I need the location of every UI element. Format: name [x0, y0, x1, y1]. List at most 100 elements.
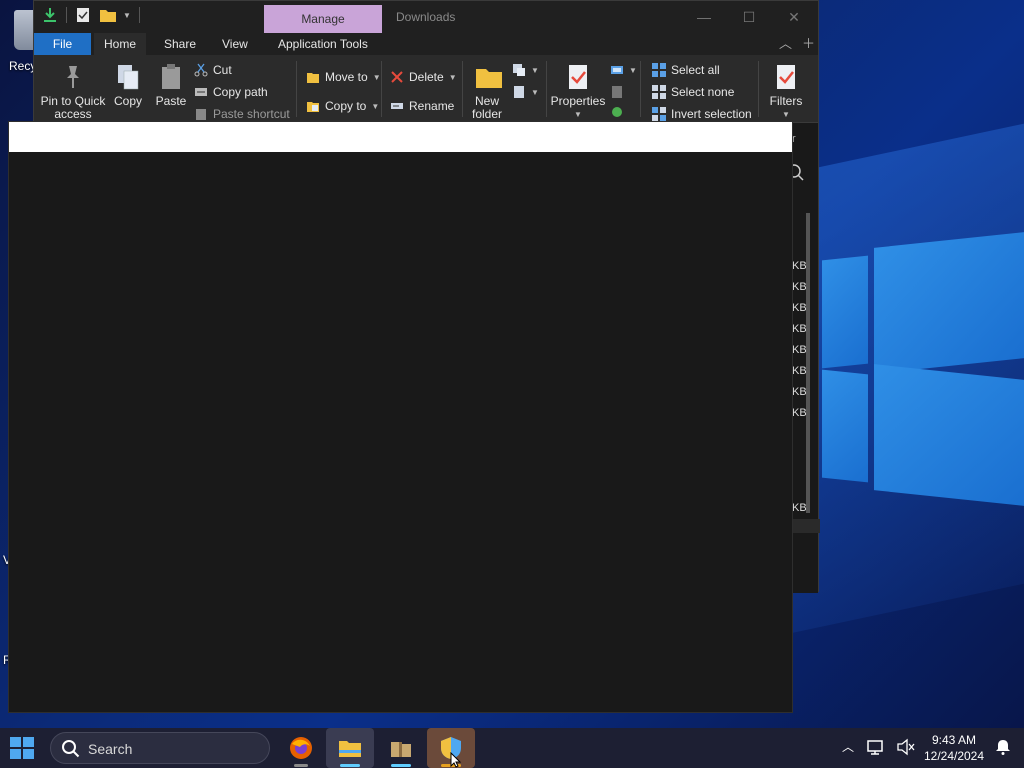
file-size-cell: KB [792, 407, 807, 419]
ribbon-group-divider [296, 61, 297, 117]
window-header-bar[interactable] [9, 122, 792, 152]
move-to-button[interactable]: Move to ▼ [306, 70, 381, 84]
delete-label: Delete [409, 70, 444, 84]
paste-button[interactable]: Paste [154, 63, 188, 108]
easy-access-button[interactable]: ▼ [512, 85, 539, 99]
edit-button[interactable] [610, 85, 624, 99]
ribbon-group-divider [640, 61, 641, 117]
clock-time: 9:43 AM [931, 733, 977, 747]
copy-to-button[interactable]: Copy to ▼ [306, 99, 379, 113]
tab-file[interactable]: File [34, 33, 91, 55]
ribbon-group-divider [546, 61, 547, 117]
toolbar-divider [138, 7, 140, 23]
network-icon[interactable] [866, 738, 886, 768]
taskbar-firefox[interactable] [277, 728, 325, 768]
window-title: Downloads [396, 10, 456, 24]
archive-folder-icon [389, 736, 413, 760]
chevron-down-icon: ▼ [531, 65, 539, 75]
running-indicator [294, 764, 308, 767]
pin-to-quick-access-button[interactable]: Pin to Quick access [40, 63, 106, 121]
edit-icon [610, 85, 624, 99]
history-button[interactable] [610, 105, 624, 119]
help-icon[interactable]: ＋ [802, 33, 815, 55]
properties-button[interactable]: Properties ▼ [550, 63, 606, 121]
properties-label: Properties [550, 94, 606, 108]
wallpaper-windows-pane [874, 364, 1024, 506]
maximize-icon[interactable]: ☐ [739, 7, 759, 27]
blank-app-window[interactable] [8, 121, 793, 713]
select-none-button[interactable]: Select none [652, 85, 734, 99]
tab-home[interactable]: Home [94, 33, 147, 55]
tab-view[interactable]: View [212, 33, 258, 55]
chevron-down-icon: ▼ [629, 65, 637, 75]
paste-label: Paste [155, 94, 187, 108]
file-explorer-icon [338, 736, 362, 760]
folder-icon [474, 63, 502, 91]
download-icon[interactable] [42, 7, 58, 23]
collapse-ribbon-chevron-icon[interactable]: ︿ [779, 33, 792, 55]
paste-shortcut-label: Paste shortcut [213, 107, 290, 121]
move-to-label: Move to [325, 70, 368, 84]
easy-access-icon [512, 85, 526, 99]
wallpaper-windows-pane [822, 255, 868, 369]
tab-application-tools[interactable]: Application Tools [268, 33, 378, 55]
wallpaper-windows-pane [874, 232, 1024, 374]
select-all-button[interactable]: Select all [652, 63, 720, 77]
delete-button[interactable]: Delete ▼ [390, 70, 457, 84]
file-size-cell: KB [792, 302, 807, 314]
clock-date: 12/24/2024 [923, 749, 985, 763]
new-folder-button[interactable]: New folder [466, 63, 508, 121]
new-folder-label: New folder [471, 94, 503, 121]
taskbar-archive[interactable] [377, 728, 425, 768]
copy-button[interactable]: Copy [112, 63, 144, 108]
invert-selection-icon [652, 107, 666, 121]
taskbar-file-explorer[interactable] [326, 728, 374, 768]
notification-bell-icon[interactable] [994, 738, 1012, 768]
search-placeholder: Search [88, 741, 133, 757]
volume-muted-icon[interactable] [896, 738, 916, 768]
close-icon[interactable]: ✕ [784, 7, 804, 27]
cut-label: Cut [213, 63, 232, 77]
copy-to-folder-icon [306, 99, 320, 113]
properties-check-icon[interactable] [75, 7, 91, 23]
search-icon [61, 739, 81, 759]
horizontal-scrollbar[interactable] [792, 519, 820, 533]
tab-manage[interactable]: Manage [264, 5, 382, 33]
new-folder-icon[interactable] [99, 7, 116, 23]
cut-button[interactable]: Cut [194, 63, 232, 77]
paste-shortcut-icon [194, 107, 208, 121]
minimize-icon[interactable]: — [694, 7, 714, 27]
tab-share[interactable]: Share [154, 33, 206, 55]
title-bar[interactable]: ▼ Manage Downloads — ☐ ✕ [34, 1, 818, 33]
select-all-icon [652, 63, 666, 77]
copy-icon [115, 63, 141, 91]
properties-check-icon [565, 63, 591, 91]
copy-path-button[interactable]: Copy path [194, 85, 268, 99]
open-button[interactable]: ▼ [610, 63, 637, 77]
file-size-cell: KB [792, 281, 807, 293]
paste-icon [158, 63, 184, 91]
rename-label: Rename [409, 99, 455, 113]
paste-shortcut-button[interactable]: Paste shortcut [194, 107, 290, 121]
show-hidden-icons-chevron-icon[interactable]: ︿ [842, 738, 854, 768]
open-icon [610, 63, 624, 77]
filters-button[interactable]: Filters ▼ [766, 63, 806, 121]
toolbar-divider [66, 7, 67, 23]
ribbon-group-divider [381, 61, 382, 117]
rename-button[interactable]: Rename [390, 99, 454, 113]
customize-toolbar-chevron-icon[interactable]: ▼ [123, 11, 131, 20]
chevron-down-icon: ▼ [372, 72, 381, 82]
ribbon-group-divider [758, 61, 759, 117]
delete-x-icon [390, 70, 404, 84]
new-item-button[interactable]: ▼ [512, 63, 539, 77]
system-clock[interactable]: 9:43 AM 12/24/2024 [918, 732, 990, 764]
chevron-down-icon: ▼ [782, 110, 790, 119]
invert-selection-button[interactable]: Invert selection [652, 107, 752, 121]
taskbar-search-box[interactable]: Search [50, 732, 270, 764]
pin-label: Pin to Quick access [40, 94, 106, 121]
windows-start-icon[interactable] [10, 737, 34, 759]
file-size-cell: KB [792, 386, 807, 398]
running-indicator [340, 764, 360, 767]
vertical-scrollbar[interactable] [806, 213, 810, 513]
chevron-down-icon: ▼ [448, 72, 457, 82]
